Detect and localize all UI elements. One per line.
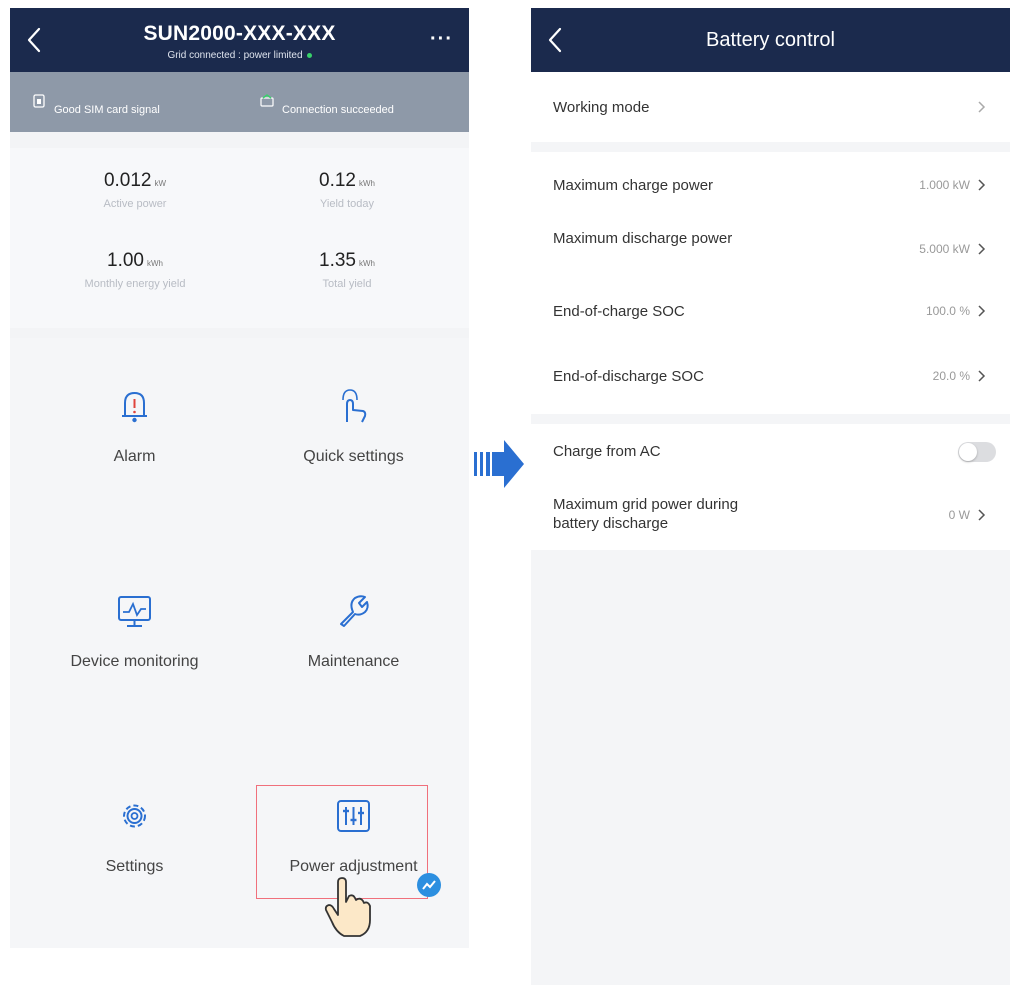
tile-label: Device monitoring	[70, 653, 199, 670]
flow-arrow-icon	[474, 440, 524, 488]
battery-header: Battery control	[531, 8, 1010, 72]
row-label: Charge from AC	[553, 443, 661, 460]
tile-label: Maintenance	[307, 653, 400, 670]
row-end-of-charge-soc[interactable]: End-of-charge SOC 100.0 %	[531, 282, 1010, 346]
quick-settings-icon	[342, 389, 367, 423]
row-value: 5.000 kW	[919, 242, 970, 256]
row-max-discharge-power[interactable]: Maximum discharge power 5.000 kW	[531, 218, 1010, 282]
device-status: Grid connected : power limited	[10, 50, 469, 61]
chart-icon	[422, 880, 436, 890]
row-value: 100.0 %	[925, 304, 970, 318]
connection-status-label: Connection succeeded	[282, 104, 394, 116]
row-charge-from-ac: Charge from AC	[531, 424, 1010, 480]
row-label: End-of-discharge SOC	[553, 368, 704, 385]
more-menu-button[interactable]: ···	[430, 28, 453, 51]
chevron-right-icon	[978, 101, 986, 113]
stat-label: Yield today	[319, 198, 375, 210]
stat-unit: kW	[154, 179, 167, 188]
tile-label: Alarm	[113, 448, 156, 465]
stat-label: Monthly energy yield	[84, 278, 186, 290]
chevron-right-icon	[978, 370, 986, 382]
battery-control-screen: Battery control Working mode Maximum cha…	[531, 8, 1010, 985]
tap-hand-icon	[324, 877, 371, 937]
chevron-right-icon	[978, 243, 986, 255]
stat-value: 1.00	[107, 250, 144, 271]
tile-label: Quick settings	[303, 448, 404, 465]
sim-status: Good SIM card signal	[32, 86, 222, 120]
chevron-right-icon	[978, 509, 986, 521]
stat-value: 0.012	[103, 170, 152, 191]
sim-status-label: Good SIM card signal	[54, 104, 160, 116]
charge-from-ac-toggle[interactable]	[958, 442, 996, 462]
tile-label: Settings	[105, 858, 164, 875]
row-label: Maximum charge power	[553, 177, 714, 194]
device-monitoring-icon	[118, 596, 151, 627]
stat-total-yield: 1.35 kWh Total yield	[247, 250, 447, 290]
stat-monthly-yield: 1.00 kWh Monthly energy yield	[35, 250, 235, 290]
row-value: 1.000 kW	[919, 178, 970, 192]
connected-dot-icon	[306, 52, 312, 58]
stat-value: 0.12	[319, 170, 356, 191]
alarm-bell-icon	[122, 391, 147, 423]
stat-unit: kWh	[358, 259, 375, 268]
gear-icon	[123, 804, 146, 828]
maintenance-icon	[340, 595, 369, 627]
connection-status: Connection succeeded	[260, 86, 460, 120]
row-label: End-of-charge SOC	[553, 303, 685, 320]
settings-section-battery: Maximum charge power 1.000 kW Maximum di…	[531, 152, 1010, 414]
tile-maintenance[interactable]: Maintenance	[239, 543, 468, 743]
device-title: SUN2000-XXX-XXX	[143, 22, 336, 45]
row-label: Working mode	[553, 99, 650, 116]
chevron-right-icon	[978, 179, 986, 191]
row-value: 0 W	[948, 508, 970, 522]
tile-alarm[interactable]: Alarm	[20, 338, 249, 538]
connection-check-icon	[260, 94, 274, 107]
status-bar: Good SIM card signal Connection succeede…	[10, 72, 469, 132]
page-title: Battery control	[706, 29, 835, 51]
row-max-grid-power-discharge[interactable]: Maximum grid power during battery discha…	[531, 480, 1010, 550]
row-label: Maximum grid power during battery discha…	[553, 496, 739, 532]
stat-label: Total yield	[322, 278, 372, 290]
energy-stats: 0.012 kW Active power 0.12 kWh Yield today…	[10, 148, 469, 328]
stat-active-power: 0.012 kW Active power	[35, 170, 235, 210]
stat-value: 1.35	[319, 250, 356, 271]
row-working-mode[interactable]: Working mode	[531, 72, 1010, 142]
home-header: SUN2000-XXX-XXX Grid connected : power l…	[10, 8, 469, 72]
stat-unit: kWh	[358, 179, 375, 188]
sim-card-icon	[33, 94, 45, 108]
device-status-text: Grid connected : power limited	[167, 50, 303, 61]
stat-unit: kWh	[146, 259, 163, 268]
tile-quick-settings[interactable]: Quick settings	[239, 338, 468, 538]
row-end-of-discharge-soc[interactable]: End-of-discharge SOC 20.0 %	[531, 346, 1010, 414]
settings-section-mode: Working mode	[531, 72, 1010, 142]
toggle-knob	[959, 443, 977, 461]
settings-section-grid: Charge from AC Maximum grid power during…	[531, 424, 1010, 550]
row-value: 20.0 %	[932, 369, 970, 383]
chevron-right-icon	[978, 305, 986, 317]
row-label: Maximum discharge power	[553, 230, 733, 247]
row-max-charge-power[interactable]: Maximum charge power 1.000 kW	[531, 152, 1010, 218]
stat-label: Active power	[103, 198, 167, 210]
stat-yield-today: 0.12 kWh Yield today	[247, 170, 447, 210]
tile-settings[interactable]: Settings	[20, 748, 249, 948]
floating-assist-badge[interactable]	[417, 873, 441, 897]
tile-device-monitoring[interactable]: Device monitoring	[20, 543, 249, 743]
